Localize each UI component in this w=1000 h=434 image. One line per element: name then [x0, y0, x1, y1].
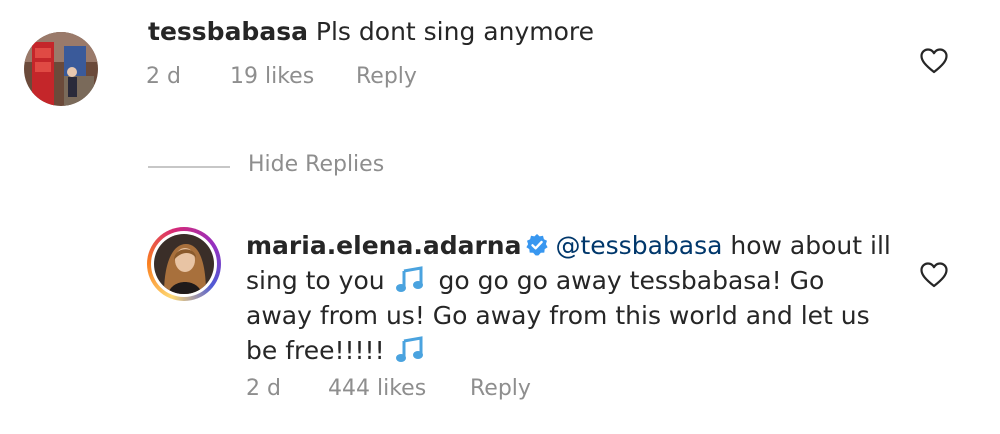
comment-time[interactable]: 2 d [146, 64, 181, 89]
comment-body: Pls dont sing anymore [315, 17, 595, 46]
comment-reply-button[interactable]: Reply [356, 64, 417, 89]
hide-replies-button[interactable]: Hide Replies [148, 152, 408, 182]
avatar-photo-icon [24, 32, 98, 106]
reply-mention-link[interactable]: @tessbabasa [555, 231, 722, 260]
reply-meta: 2 d 444 likes Reply [246, 376, 566, 406]
musical-notes-icon [395, 266, 423, 292]
reply-time[interactable]: 2 d [246, 376, 281, 401]
comment-meta: 2 d 19 likes Reply [146, 64, 446, 94]
avatar-maria-elena-adarna[interactable] [147, 227, 221, 301]
reply-text-block: maria.elena.adarna @tessbabasa how about… [246, 228, 896, 368]
comment-text-line: tessbabasa Pls dont sing anymore [148, 14, 594, 49]
avatar-photo-icon [154, 234, 214, 294]
comment-username[interactable]: tessbabasa [148, 17, 308, 46]
divider-line [148, 166, 230, 168]
verified-badge-icon [526, 234, 549, 256]
hide-replies-label: Hide Replies [248, 152, 385, 177]
comment-likes[interactable]: 19 likes [230, 64, 314, 89]
musical-notes-icon [395, 336, 423, 362]
heart-outline-icon[interactable] [920, 48, 948, 74]
reply-username[interactable]: maria.elena.adarna [246, 231, 521, 260]
avatar-inner [151, 231, 217, 297]
avatar-tessbabasa[interactable] [24, 32, 98, 106]
reply-likes[interactable]: 444 likes [328, 376, 426, 401]
reply-reply-button[interactable]: Reply [470, 376, 531, 401]
heart-outline-icon[interactable] [920, 262, 948, 288]
comments-panel: tessbabasa Pls dont sing anymore 2 d 19 … [0, 0, 1000, 434]
